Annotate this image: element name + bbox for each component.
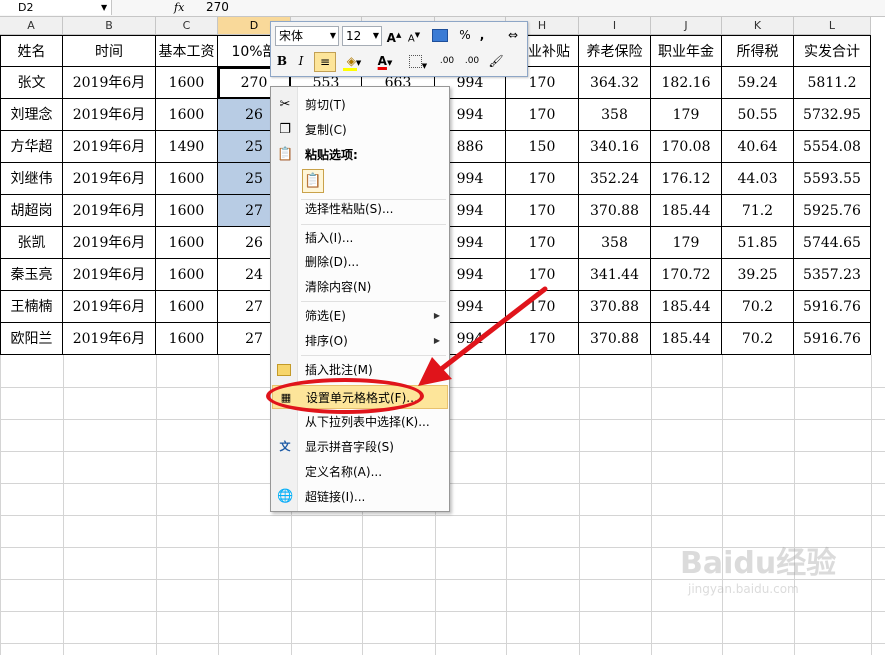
watermark-url: jingyan.baidu.com <box>688 582 799 596</box>
annotation-arrow <box>418 286 548 386</box>
gridline <box>0 643 885 644</box>
baidu-watermark: Baidu经验 jingyan.baidu.com <box>680 538 880 608</box>
arrow-shaft <box>437 286 548 373</box>
watermark-logo: Baidu经验 <box>680 546 837 581</box>
arrow-head <box>418 357 452 386</box>
